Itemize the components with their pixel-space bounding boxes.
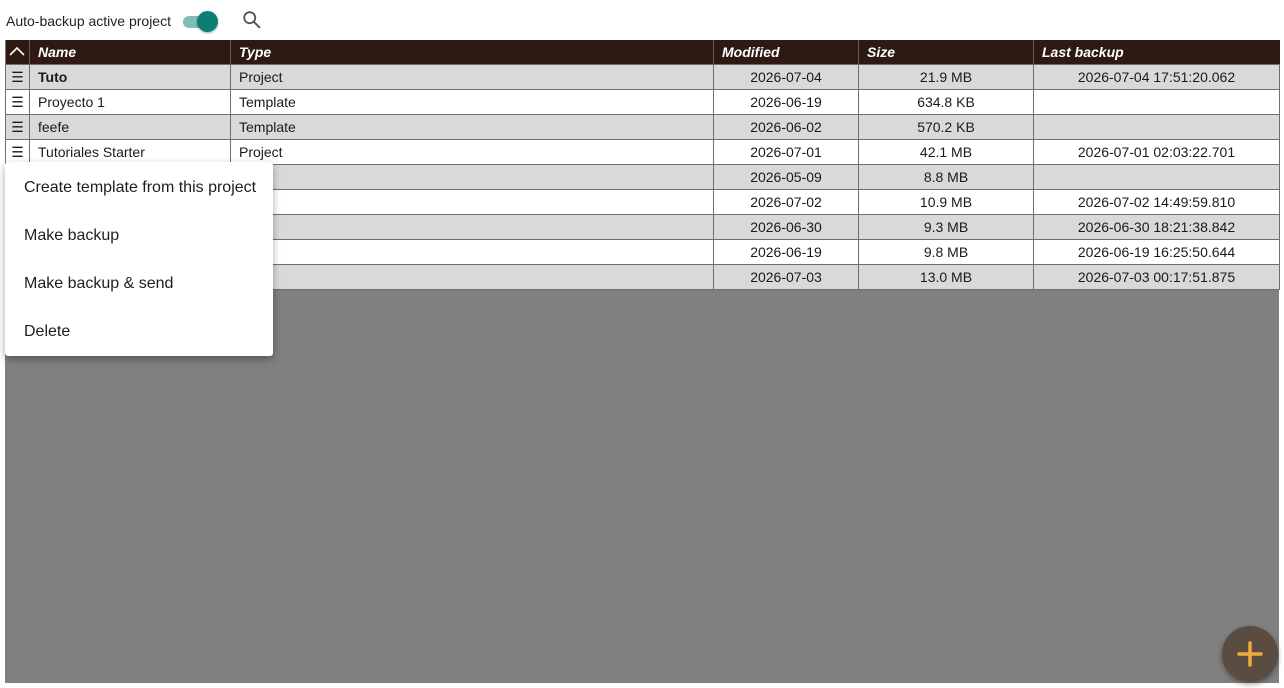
cell-modified: 2026-07-01	[713, 139, 859, 165]
menu-item-make-backup[interactable]: Make backup	[5, 212, 273, 260]
add-project-button[interactable]	[1222, 626, 1278, 682]
cell-modified: 2026-06-19	[713, 239, 859, 265]
menu-item-create-template[interactable]: Create template from this project	[5, 164, 273, 212]
cell-size: 10.9 MB	[858, 189, 1034, 215]
cell-last-backup	[1033, 164, 1280, 190]
hamburger-menu-icon: ☰	[11, 68, 24, 85]
cell-type: Template	[230, 114, 714, 140]
column-header-name[interactable]: Name	[29, 40, 231, 65]
row-menu-button[interactable]: ☰	[5, 64, 30, 90]
cell-name: Tuto	[29, 64, 231, 90]
cell-type: ct	[230, 164, 714, 190]
menu-item-make-backup-send[interactable]: Make backup & send	[5, 260, 273, 308]
table-row[interactable]: ☰ Tuto Project 2026-07-04 21.9 MB 2026-07-04 …	[5, 64, 1280, 90]
row-menu-button[interactable]: ☰	[5, 114, 30, 140]
cell-modified: 2026-07-02	[713, 189, 859, 215]
cell-last-backup: 2026-07-03 00:17:51.875	[1033, 264, 1280, 290]
cell-size: 9.8 MB	[858, 239, 1034, 265]
autobackup-toggle[interactable]	[183, 11, 219, 32]
top-bar: Auto-backup active project	[0, 0, 1284, 40]
cell-last-backup	[1033, 89, 1280, 115]
cell-type: Project	[230, 64, 714, 90]
column-header-type[interactable]: Type	[230, 40, 714, 65]
cell-name: Proyecto 1	[29, 89, 231, 115]
table-row[interactable]: ☰ feefe Template 2026-06-02 570.2 KB	[5, 114, 1280, 140]
hamburger-menu-icon: ☰	[11, 118, 24, 135]
cell-last-backup: 2026-07-04 17:51:20.062	[1033, 64, 1280, 90]
cell-last-backup	[1033, 114, 1280, 140]
cell-size: 13.0 MB	[858, 264, 1034, 290]
cell-modified: 2026-06-19	[713, 89, 859, 115]
column-header-modified[interactable]: Modified	[713, 40, 859, 65]
cell-type: ct	[230, 214, 714, 240]
cell-type: ct	[230, 264, 714, 290]
cell-modified: 2026-06-30	[713, 214, 859, 240]
cell-modified: 2026-07-04	[713, 64, 859, 90]
row-menu-button[interactable]: ☰	[5, 139, 30, 165]
cell-size: 634.8 KB	[858, 89, 1034, 115]
cell-size: 42.1 MB	[858, 139, 1034, 165]
cell-last-backup: 2026-07-02 14:49:59.810	[1033, 189, 1280, 215]
row-context-menu: Create template from this project Make b…	[5, 162, 273, 356]
autobackup-label: Auto-backup active project	[6, 13, 171, 29]
table-row[interactable]: ☰ Tutoriales Starter Project 2026-07-01 42.1…	[5, 139, 1280, 165]
cell-type: ct	[230, 189, 714, 215]
chevron-up-icon	[9, 46, 25, 56]
plus-icon	[1237, 641, 1263, 667]
search-icon	[243, 11, 261, 29]
cell-size: 21.9 MB	[858, 64, 1034, 90]
table-header-row: Name Type Modified Size Last backup	[5, 40, 1280, 65]
column-header-last-backup[interactable]: Last backup	[1033, 40, 1280, 65]
cell-last-backup: 2026-06-30 18:21:38.842	[1033, 214, 1280, 240]
cell-modified: 2026-05-09	[713, 164, 859, 190]
hamburger-menu-icon: ☰	[11, 93, 24, 110]
hamburger-menu-icon: ☰	[11, 143, 24, 160]
cell-last-backup: 2026-06-19 16:25:50.644	[1033, 239, 1280, 265]
cell-modified: 2026-07-03	[713, 264, 859, 290]
cell-last-backup: 2026-07-01 02:03:22.701	[1033, 139, 1280, 165]
sort-toggle-button[interactable]	[5, 40, 30, 65]
cell-type: ct	[230, 239, 714, 265]
search-button[interactable]	[241, 9, 263, 31]
toggle-thumb	[197, 11, 218, 32]
projects-grid: Name Type Modified Size Last backup ☰ Tut…	[5, 40, 1280, 683]
cell-size: 8.8 MB	[858, 164, 1034, 190]
row-menu-button[interactable]: ☰	[5, 89, 30, 115]
column-header-size[interactable]: Size	[858, 40, 1034, 65]
cell-size: 570.2 KB	[858, 114, 1034, 140]
cell-name: Tutoriales Starter	[29, 139, 231, 165]
cell-size: 9.3 MB	[858, 214, 1034, 240]
cell-name: feefe	[29, 114, 231, 140]
menu-item-delete[interactable]: Delete	[5, 308, 273, 356]
cell-modified: 2026-06-02	[713, 114, 859, 140]
cell-type: Project	[230, 139, 714, 165]
table-row[interactable]: ☰ Proyecto 1 Template 2026-06-19 634.8 KB	[5, 89, 1280, 115]
cell-type: Template	[230, 89, 714, 115]
